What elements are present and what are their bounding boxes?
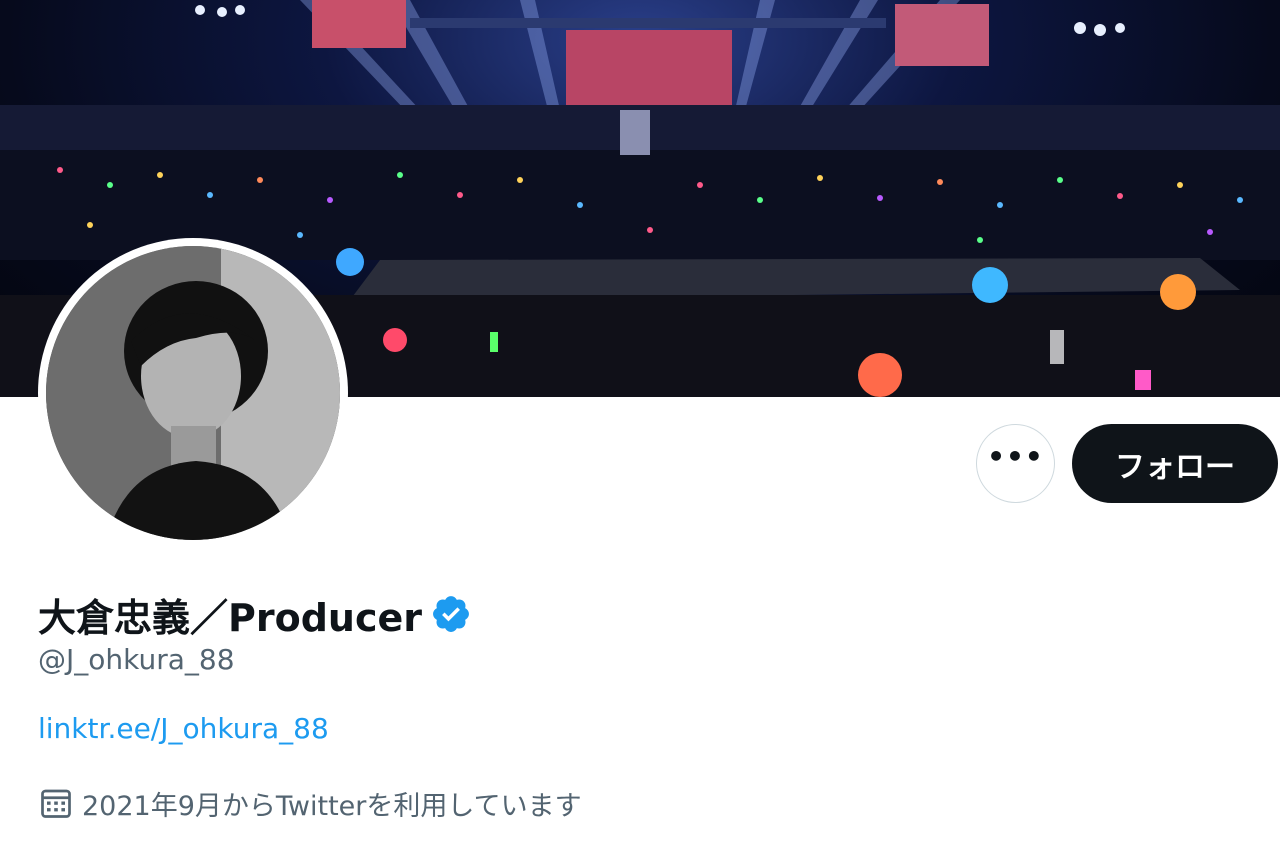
more-options-button[interactable]: ••• xyxy=(976,424,1055,503)
verified-badge-icon[interactable] xyxy=(430,593,472,635)
display-name: 大倉忠義／Producer xyxy=(38,595,422,640)
calendar-icon xyxy=(41,789,71,818)
profile-website-link[interactable]: linktr.ee/J_ohkura_88 xyxy=(38,712,329,745)
joined-date-text: 2021年9月からTwitterを利用しています xyxy=(82,790,582,822)
profile-name-row: 大倉忠義／Producer xyxy=(38,588,472,640)
user-handle: @J_ohkura_88 xyxy=(38,643,235,676)
avatar-photo xyxy=(46,246,340,540)
more-options-icon: ••• xyxy=(987,439,1044,473)
profile-avatar[interactable] xyxy=(38,238,348,548)
joined-date-row: 2021年9月からTwitterを利用しています xyxy=(38,783,582,823)
follow-button[interactable]: フォロー xyxy=(1072,424,1278,503)
